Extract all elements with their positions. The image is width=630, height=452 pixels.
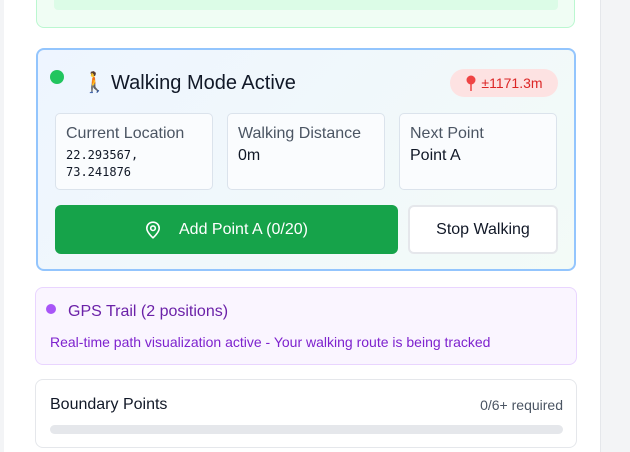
gps-trail-description: Real-time path visualization active - Yo… bbox=[50, 334, 491, 350]
previous-card-inner bbox=[54, 0, 558, 10]
boundary-points-card: Boundary Points 0/6+ required bbox=[35, 379, 577, 448]
add-point-button[interactable]: Add Point A (0/20) bbox=[55, 205, 398, 254]
stop-walking-button[interactable]: Stop Walking bbox=[408, 205, 558, 254]
location-pin-icon bbox=[145, 220, 161, 239]
gps-trail-title: GPS Trail (2 positions) bbox=[68, 303, 229, 320]
walking-person-icon: 🚶 bbox=[82, 72, 107, 94]
current-location-box: Current Location 22.293567, 73.241876 bbox=[55, 113, 213, 190]
boundary-points-requirement: 0/6+ required bbox=[480, 397, 563, 413]
boundary-progress-bar bbox=[50, 425, 563, 434]
previous-card bbox=[36, 0, 575, 28]
gps-accuracy-value: ±1171.3m bbox=[481, 75, 543, 91]
next-point-label: Next Point bbox=[410, 125, 484, 142]
boundary-points-title: Boundary Points bbox=[50, 396, 168, 413]
right-gutter bbox=[601, 0, 630, 452]
gps-accuracy-badge: ±1171.3m bbox=[450, 69, 558, 97]
walking-distance-value: 0m bbox=[238, 147, 261, 164]
gps-trail-dot bbox=[46, 304, 56, 314]
walking-distance-box: Walking Distance 0m bbox=[227, 113, 385, 190]
gps-trail-card: GPS Trail (2 positions) Real-time path v… bbox=[35, 287, 577, 365]
current-location-lat: 22.293567, bbox=[66, 148, 139, 162]
next-point-box: Next Point Point A bbox=[399, 113, 557, 190]
walking-distance-label: Walking Distance bbox=[238, 125, 362, 142]
walking-mode-card: 🚶 Walking Mode Active ±1171.3m Current L… bbox=[36, 48, 576, 271]
next-point-value: Point A bbox=[410, 147, 461, 164]
side-panel: 🚶 Walking Mode Active ±1171.3m Current L… bbox=[4, 0, 601, 452]
walking-mode-title: Walking Mode Active bbox=[111, 72, 296, 94]
map-pin-icon bbox=[466, 75, 476, 91]
add-point-label: Add Point A (0/20) bbox=[179, 220, 308, 238]
current-location-lng: 73.241876 bbox=[66, 165, 132, 179]
current-location-label: Current Location bbox=[66, 125, 185, 142]
active-status-dot bbox=[50, 70, 64, 84]
